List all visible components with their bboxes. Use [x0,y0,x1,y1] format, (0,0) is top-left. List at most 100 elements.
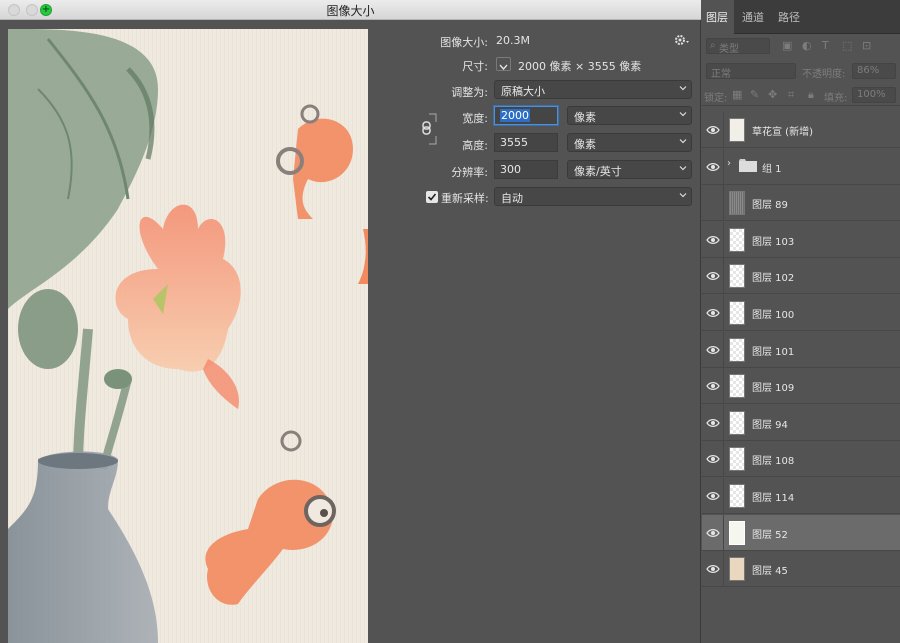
tab-paths[interactable]: 路径 [778,9,800,25]
settings-gear-icon[interactable] [674,32,690,46]
layer-name: 图层 101 [752,346,795,358]
eye-icon [706,272,720,281]
eye-icon [706,492,720,500]
eye-icon [706,528,720,537]
eye-icon [706,565,720,574]
eye-icon [706,382,720,391]
dimensions-label: 尺寸: [462,60,488,73]
search-icon: ⌕ [710,40,716,51]
lock-all-icon[interactable]: 🔒︎ [808,88,814,102]
layer-row[interactable]: 图层 100 [702,295,900,331]
lock-position-icon[interactable]: ✥ [768,88,777,101]
image-filter-icon[interactable]: ▣ [782,39,792,52]
fill-input[interactable]: 100% [852,87,896,103]
chevron-down-icon [679,166,687,171]
layer-row[interactable]: 图层 103 [702,221,900,258]
checkmark-icon [427,193,437,201]
layer-row[interactable]: › 组 1 [702,148,900,185]
resolution-unit-select[interactable]: 像素/英寸 [567,160,692,179]
dialog-title: 图像大小 [326,4,375,18]
layer-name: 图层 109 [752,383,795,395]
dimensions-toggle[interactable] [496,57,511,71]
resample-checkbox[interactable] [426,191,438,203]
title-bar: + 图像大小 [0,0,701,20]
layer-row[interactable]: 图层 101 [702,331,900,368]
resolution-unit-value: 像素/英寸 [574,165,622,178]
filter-kind-select[interactable]: ⌕ 类型 [706,38,770,55]
fit-to-select[interactable]: 原稿大小 [494,80,692,99]
text-filter-icon[interactable]: T [822,39,829,52]
visibility-toggle[interactable] [702,478,724,514]
visibility-toggle[interactable] [702,148,724,185]
layer-thumbnail [729,374,745,399]
lock-pixels-icon[interactable]: ✎ [750,88,759,101]
layer-row[interactable]: 图层 102 [702,258,900,295]
layer-row[interactable]: 图层 108 [702,441,900,478]
adjustment-filter-icon[interactable]: ◐ [802,39,812,52]
blend-mode-select[interactable]: 正常 [706,63,796,80]
visibility-toggle[interactable] [702,551,724,588]
height-input[interactable]: 3555 [494,133,558,152]
layer-filter-row: ⌕ 类型 ▣ ◐ T ⬚ ⊡ [702,34,900,58]
fill-label: 填充: [824,93,848,104]
eye-icon [706,309,720,317]
resample-value: 自动 [501,192,523,205]
layer-row[interactable]: 图层 114 [702,478,900,514]
visibility-toggle[interactable] [702,112,724,148]
resolution-label: 分辨率: [451,166,488,179]
visibility-toggle[interactable] [702,368,724,405]
height-label: 高度: [462,139,488,152]
layer-thumbnail [729,447,745,472]
width-unit-select[interactable]: 像素 [567,106,692,125]
height-unit-select[interactable]: 像素 [567,133,692,152]
tab-layers[interactable]: 图层 [706,9,728,25]
fit-to-label: 调整为: [451,86,488,99]
layer-name: 图层 108 [752,456,795,468]
layer-row[interactable]: 图层 94 [702,404,900,441]
lock-transparency-icon[interactable]: ▦ [732,88,742,101]
eye-icon [706,235,720,244]
opacity-label: 不透明度: [802,69,846,80]
layer-name: 图层 89 [752,200,788,212]
layer-row[interactable]: 草花宣 (新增) [702,112,900,148]
layer-row[interactable]: 图层 109 [702,368,900,405]
chevron-down-icon [499,64,508,71]
layer-thumbnail [729,410,745,435]
shape-filter-icon[interactable]: ⬚ [842,39,852,52]
layer-row[interactable]: 图层 45 [702,551,900,588]
visibility-toggle[interactable] [702,514,724,551]
image-size-dialog: + 图像大小 图像大小: 20.3M 尺寸: 2000 像素 × 3555 像素… [0,0,701,643]
layer-thumbnail [729,227,745,252]
filter-kind-value: 类型 [719,44,739,55]
layer-name: 图层 52 [752,529,788,541]
layer-thumbnail [729,118,745,142]
layer-name: 图层 103 [752,236,795,248]
layer-row[interactable]: 图层 89 [702,185,900,222]
visibility-toggle[interactable] [702,404,724,441]
width-label: 宽度: [462,112,488,125]
chevron-down-icon [679,139,687,144]
visibility-toggle[interactable] [702,221,724,258]
width-input[interactable]: 2000 [494,106,558,125]
width-value: 2000 [500,109,530,122]
visibility-toggle[interactable] [702,441,724,478]
resample-select[interactable]: 自动 [494,187,692,206]
image-size-value: 20.3M [496,34,530,47]
image-size-label: 图像大小: [440,36,488,49]
smart-object-filter-icon[interactable]: ⊡ [862,39,871,52]
image-preview[interactable] [8,29,368,643]
opacity-input[interactable]: 86% [852,63,896,79]
tab-channels[interactable]: 通道 [742,9,764,25]
visibility-toggle[interactable] [702,331,724,368]
layer-name: 图层 94 [752,419,788,431]
visibility-toggle[interactable] [702,185,724,222]
visibility-toggle[interactable] [702,295,724,331]
layer-thumbnail [729,484,745,508]
chevron-right-icon[interactable]: › [727,158,731,169]
visibility-toggle[interactable] [702,258,724,295]
layer-row[interactable]: 图层 52 [702,514,900,551]
lock-artboard-icon[interactable]: ⌗ [788,88,794,102]
width-unit-value: 像素 [574,111,596,124]
resolution-input[interactable]: 300 [494,160,558,179]
dimensions-value: 2000 像素 × 3555 像素 [518,60,642,73]
